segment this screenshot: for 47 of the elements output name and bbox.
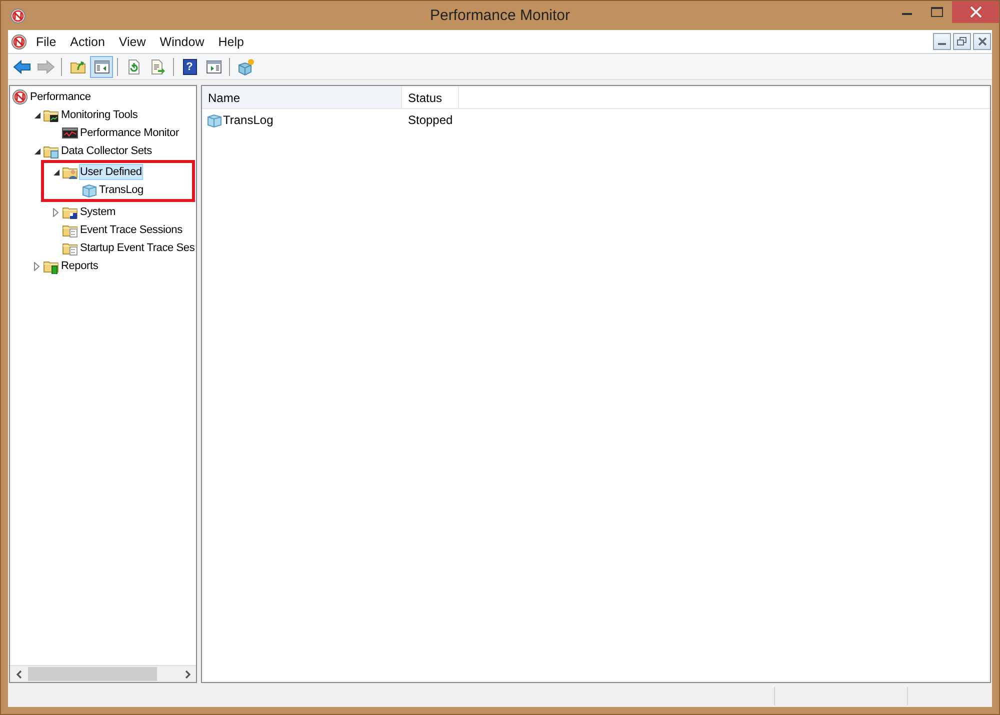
menu-item[interactable]: Help <box>211 32 251 50</box>
export-list-icon <box>150 58 166 74</box>
help-button[interactable]: ? <box>178 56 201 78</box>
tree-item[interactable]: Data Collector Sets <box>60 143 153 159</box>
restore-icon <box>957 37 967 46</box>
refresh-icon <box>126 58 142 74</box>
child-restore-button[interactable] <box>953 33 971 50</box>
list-item[interactable]: TransLog <box>223 113 274 127</box>
chevron-left-icon <box>16 670 22 678</box>
close-button[interactable] <box>952 1 999 23</box>
column-header[interactable]: Name <box>202 86 402 108</box>
tree-item[interactable]: TransLog <box>98 182 144 198</box>
action-pane-icon <box>206 58 222 74</box>
tree-item[interactable]: Reports <box>60 258 100 274</box>
new-item-icon <box>236 58 254 76</box>
close-icon <box>970 6 982 18</box>
window-title: Performance Monitor <box>430 7 570 24</box>
app-logo-icon <box>10 8 26 24</box>
close-icon <box>978 37 986 46</box>
cube-icon <box>81 182 97 198</box>
child-close-button[interactable] <box>973 33 991 50</box>
cube-icon <box>206 112 222 128</box>
menu-item[interactable]: View <box>112 32 153 50</box>
forward-arrow-icon <box>36 58 54 74</box>
monitor-graph-icon <box>62 125 78 141</box>
child-minimize-button[interactable] <box>933 33 951 50</box>
tree-item[interactable]: Monitoring Tools <box>60 107 139 123</box>
menu-item[interactable]: File <box>29 32 64 50</box>
tree-pane-icon <box>94 58 110 74</box>
tree-pane-button[interactable] <box>90 56 113 78</box>
chevron-right-icon <box>184 670 190 678</box>
menu-item[interactable]: Window <box>152 32 212 50</box>
tree-item[interactable]: Performance Monitor <box>79 125 180 141</box>
menu-item[interactable]: Action <box>63 32 112 50</box>
tree-item[interactable]: Performance <box>29 89 92 105</box>
perf-gauge-icon <box>12 89 28 105</box>
status-cell: Stopped <box>408 113 453 127</box>
tree-item[interactable]: User Defined <box>79 164 143 180</box>
tree-item[interactable]: Event Trace Sessions <box>79 222 184 238</box>
maximize-icon <box>931 7 943 17</box>
scrollbar-thumb[interactable] <box>28 667 157 681</box>
back-arrow-icon <box>12 58 30 74</box>
folder-up-icon <box>70 58 86 74</box>
tree-item[interactable]: System <box>79 204 116 220</box>
system-menu-icon[interactable] <box>11 34 27 50</box>
tree-item[interactable]: Startup Event Trace Ses <box>79 240 196 256</box>
help-icon: ? <box>182 58 196 74</box>
